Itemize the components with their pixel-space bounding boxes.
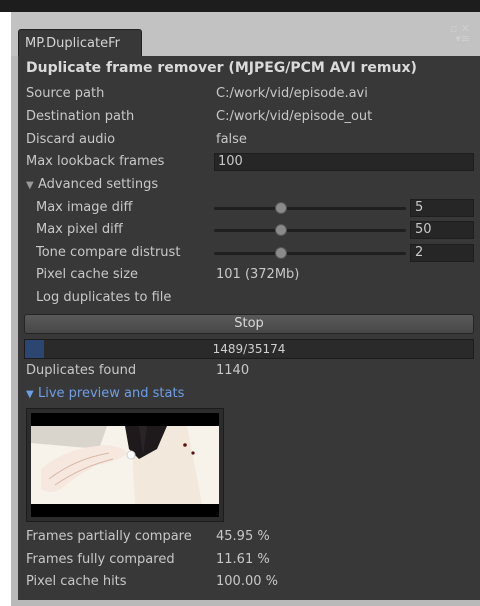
max-pixel-diff-input[interactable]: 50 [410, 221, 474, 239]
source-path-label: Source path [26, 86, 105, 101]
top-strip [0, 0, 480, 12]
duplicates-found-label: Duplicates found [26, 363, 137, 378]
panel-title: Duplicate frame remover (MJPEG/PCM AVI r… [26, 60, 417, 76]
source-path-value[interactable]: C:/work/vid/episode.avi [216, 83, 368, 105]
duplicates-found-row: Duplicates found 1140 [18, 360, 480, 382]
max-pixel-diff-row: Max pixel diff 50 [18, 219, 480, 241]
log-duplicates-row[interactable]: Log duplicates to file [18, 287, 480, 309]
menu-icon[interactable]: ▾≡ [450, 33, 470, 44]
frames-full-row: Frames fully compared 11.61 % [18, 549, 480, 571]
max-image-diff-label: Max image diff [36, 200, 133, 215]
advanced-settings-foldout[interactable]: ▼ Advanced settings [18, 174, 480, 196]
inspector-panel: Duplicate frame remover (MJPEG/PCM AVI r… [18, 56, 480, 600]
max-lookback-label: Max lookback frames [26, 154, 165, 169]
screen: MP.DuplicateFr ▫ ✕ ▾≡ Duplicate frame re… [0, 0, 480, 606]
log-duplicates-label: Log duplicates to file [36, 290, 172, 305]
progress-text: 1489/35174 [212, 342, 286, 356]
frames-full-value: 11.61 % [216, 552, 270, 567]
frames-partial-label: Frames partially compare [26, 529, 192, 544]
max-image-diff-input[interactable]: 5 [410, 199, 474, 217]
cache-hits-row: Pixel cache hits 100.00 % [18, 571, 480, 593]
foldout-expanded-icon: ▼ [26, 180, 34, 191]
duplicates-found-value: 1140 [216, 363, 250, 378]
max-pixel-diff-slider-thumb[interactable] [275, 224, 288, 236]
tone-compare-slider-thumb[interactable] [275, 247, 288, 259]
destination-path-value[interactable]: C:/work/vid/episode_out [216, 106, 372, 128]
destination-path-label: Destination path [26, 109, 135, 124]
tab-duplicate-frame-remover[interactable]: MP.DuplicateFr [18, 29, 142, 56]
window-controls: ▫ ✕ ▾≡ [450, 23, 470, 44]
advanced-settings-label: Advanced settings [38, 177, 159, 192]
max-image-diff-row: Max image diff 5 [18, 197, 480, 219]
max-lookback-input[interactable]: 100 [214, 153, 474, 171]
frames-full-label: Frames fully compared [26, 552, 175, 567]
tone-compare-input[interactable]: 2 [410, 244, 474, 262]
stop-button[interactable]: Stop [24, 314, 474, 334]
progress-bar: 1489/35174 [24, 339, 474, 359]
pixel-cache-size-label: Pixel cache size [36, 267, 139, 282]
pixel-cache-size-row: Pixel cache size 101 (372Mb) [18, 264, 480, 286]
tone-compare-row: Tone compare distrust 2 [18, 242, 480, 264]
max-pixel-diff-label: Max pixel diff [36, 222, 123, 237]
tone-compare-label: Tone compare distrust [36, 245, 181, 260]
source-path-row: Source path C:/work/vid/episode.avi [18, 83, 480, 105]
max-image-diff-slider-thumb[interactable] [275, 202, 288, 214]
pixel-cache-size-value: 101 (372Mb) [216, 267, 300, 282]
discard-audio-value[interactable]: false [216, 129, 247, 151]
tone-compare-slider-track[interactable] [214, 252, 406, 255]
cache-hits-value: 100.00 % [216, 574, 278, 589]
frames-partial-value: 45.95 % [216, 529, 270, 544]
foldout-expanded-icon: ▼ [26, 389, 34, 400]
max-lookback-row: Max lookback frames 100 [18, 151, 480, 173]
live-preview-foldout[interactable]: ▼ Live preview and stats [18, 383, 480, 405]
max-pixel-diff-slider-track[interactable] [214, 229, 406, 232]
cache-hits-label: Pixel cache hits [26, 574, 127, 589]
preview-frame-picture [27, 409, 223, 521]
max-image-diff-slider-track[interactable] [214, 207, 406, 210]
discard-audio-row: Discard audio false [18, 129, 480, 151]
discard-audio-label: Discard audio [26, 132, 116, 147]
frames-partial-row: Frames partially compare 45.95 % [18, 526, 480, 548]
destination-path-row: Destination path C:/work/vid/episode_out [18, 106, 480, 128]
live-preview-label: Live preview and stats [38, 386, 185, 401]
live-preview-image [26, 408, 224, 522]
